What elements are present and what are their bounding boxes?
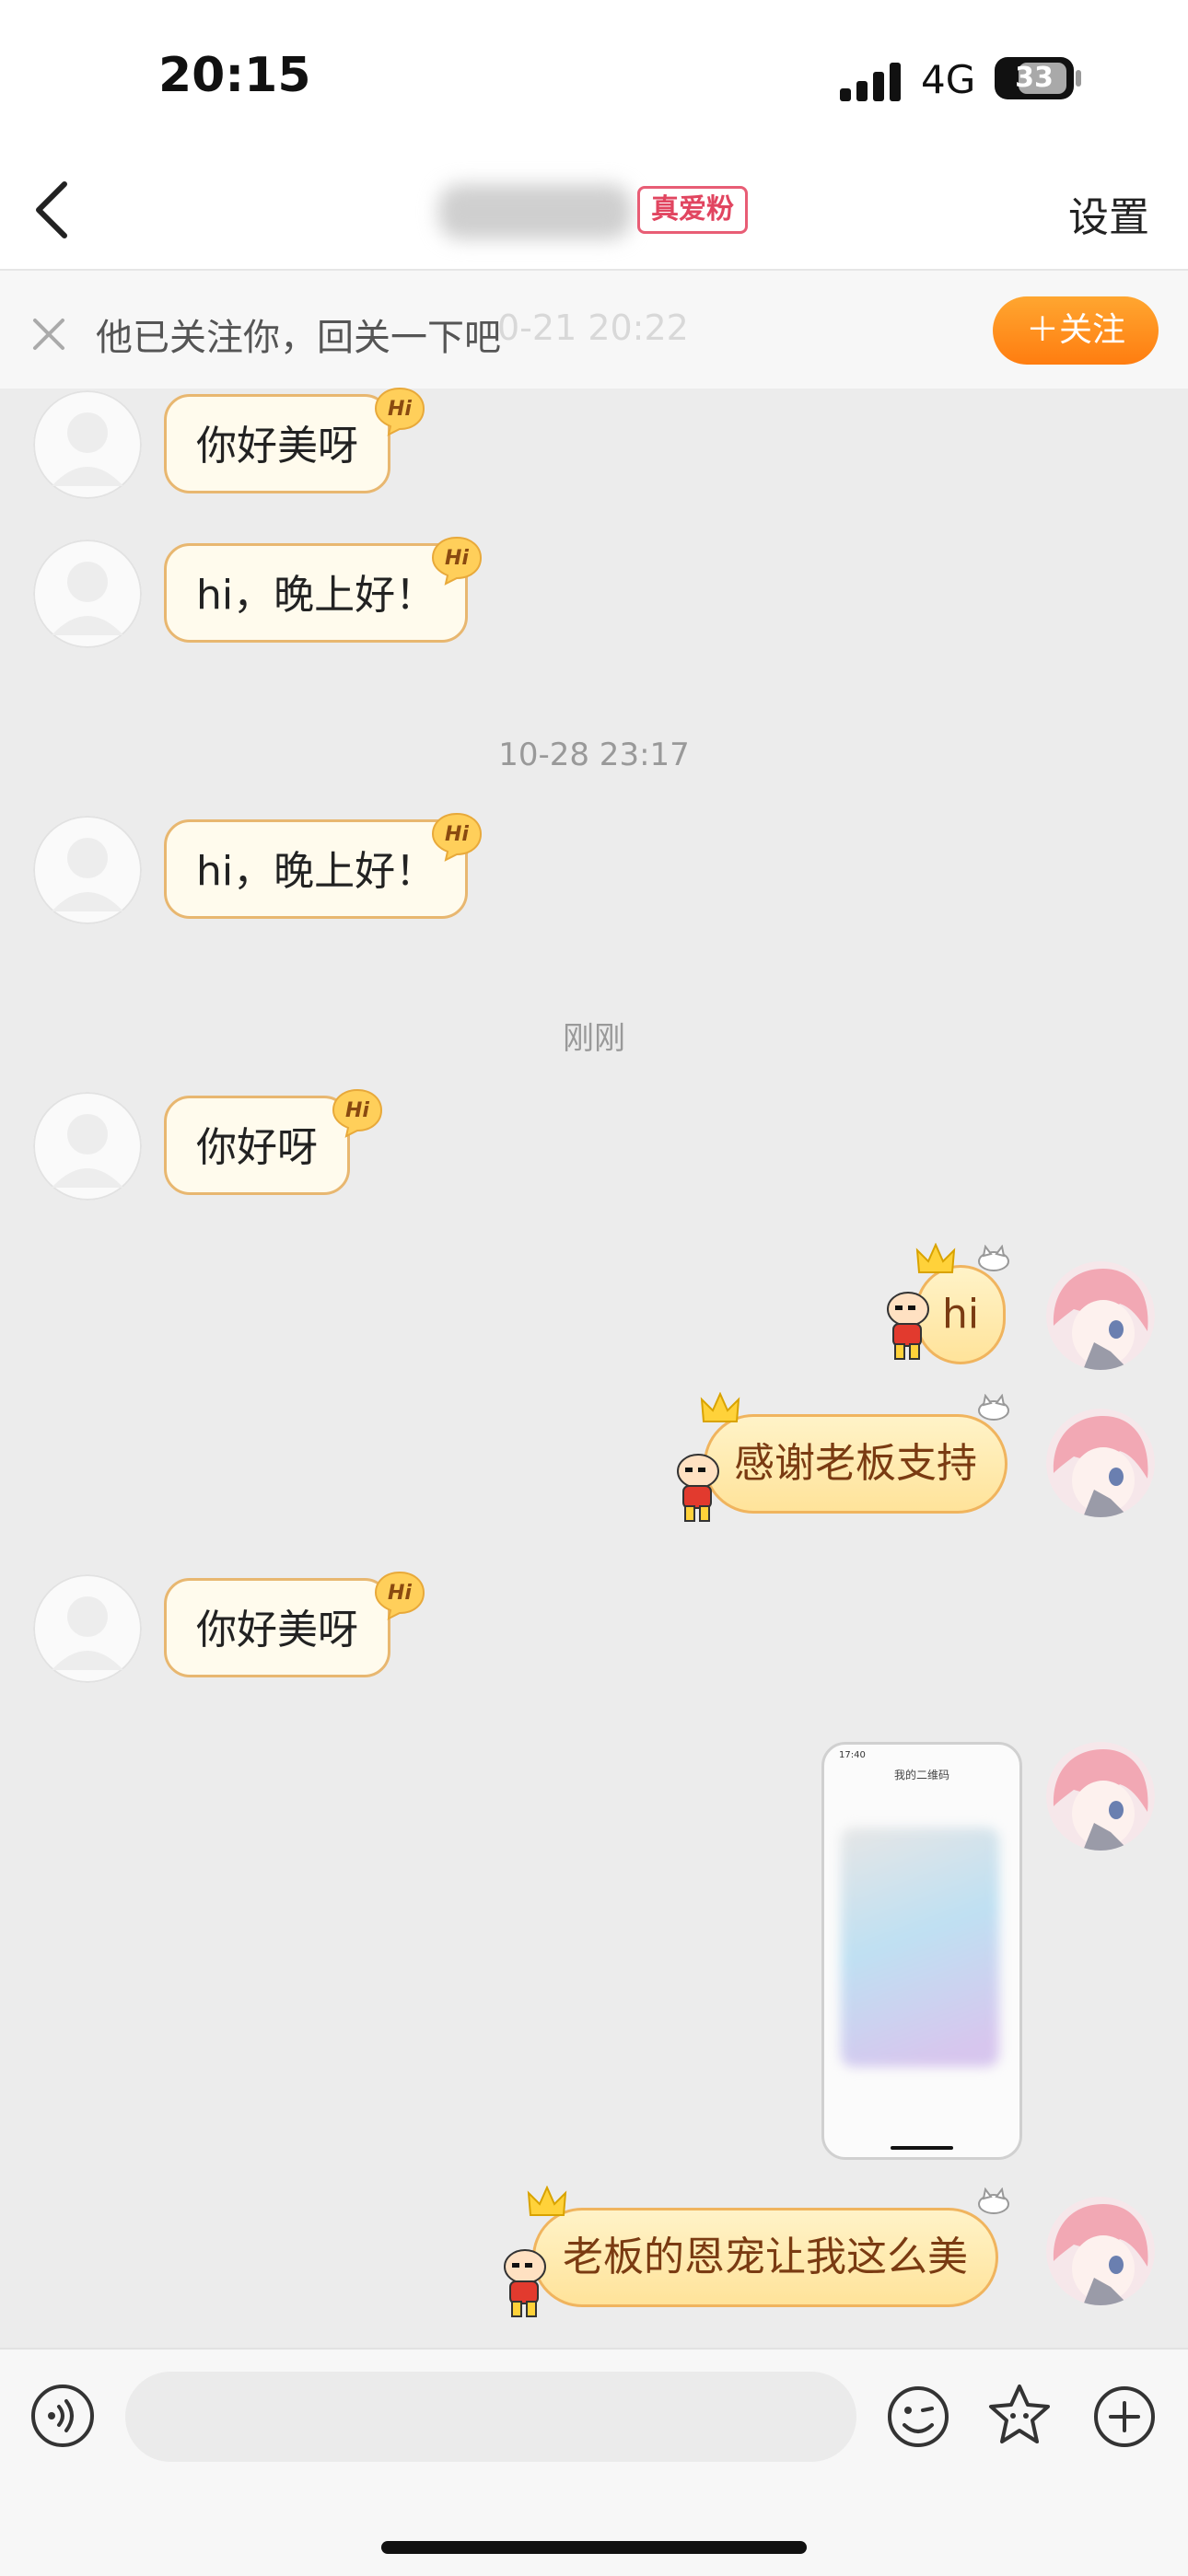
svg-text:Hi: Hi — [345, 1099, 369, 1122]
thumb-status-time: 17:40 — [839, 1750, 866, 1760]
default-avatar-icon — [33, 390, 142, 499]
emoji-icon[interactable] — [886, 2385, 950, 2449]
avatar[interactable] — [1046, 1742, 1155, 1851]
hi-badge-icon: Hi — [431, 812, 483, 862]
cat-sticker-icon — [978, 2187, 1009, 2214]
message-bubble[interactable]: 你好美呀 — [164, 394, 390, 493]
battery-level: 33 — [1015, 62, 1054, 94]
cat-sticker-icon — [978, 1245, 1009, 1271]
avatar[interactable] — [33, 1574, 142, 1683]
avatar[interactable] — [1046, 2197, 1155, 2305]
avatar[interactable] — [33, 540, 142, 648]
status-time: 20:15 — [158, 48, 311, 103]
hi-badge-icon: Hi — [431, 536, 483, 586]
anime-avatar-icon — [1046, 1409, 1155, 1517]
svg-text:Hi: Hi — [445, 547, 469, 570]
hi-badge-icon: Hi — [374, 387, 425, 436]
anime-avatar-icon — [1046, 1742, 1155, 1851]
crown-icon — [915, 1243, 956, 1273]
avatar[interactable] — [33, 816, 142, 924]
plus-icon[interactable] — [1092, 2385, 1157, 2449]
hi-badge-icon: Hi — [332, 1088, 383, 1138]
message-bubble[interactable]: hi，晚上好！ — [164, 543, 469, 643]
cat-sticker-icon — [978, 1394, 1009, 1421]
fan-badge: 真爱粉 — [637, 186, 748, 234]
back-icon[interactable] — [24, 175, 88, 245]
battery-icon: 33 — [995, 57, 1074, 99]
home-indicator — [381, 2541, 807, 2554]
message-bubble[interactable]: hi，晚上好！ — [164, 819, 469, 919]
settings-button[interactable]: 设置 — [1068, 184, 1149, 243]
thumb-home-indicator — [891, 2146, 953, 2150]
follow-prompt-text: 他已关注你，回关一下吧 — [96, 317, 501, 359]
message-input[interactable] — [125, 2372, 856, 2462]
crown-icon — [700, 1392, 740, 1422]
follow-button[interactable]: ＋关注 — [993, 296, 1159, 365]
svg-text:Hi: Hi — [388, 398, 412, 421]
sticker-icon[interactable] — [985, 2381, 1054, 2449]
close-icon[interactable] — [28, 313, 70, 355]
avatar[interactable] — [1046, 1409, 1155, 1517]
network-type: 4G — [921, 57, 976, 102]
timestamp: 10-28 23:17 — [498, 737, 690, 773]
default-avatar-icon — [33, 540, 142, 648]
mascot-sticker-icon — [504, 2249, 546, 2317]
default-avatar-icon — [33, 1574, 142, 1683]
svg-text:Hi: Hi — [445, 823, 469, 846]
battery-cap — [1076, 70, 1081, 87]
mascot-sticker-icon — [677, 1454, 719, 1522]
voice-icon[interactable] — [29, 2383, 96, 2449]
svg-text:Hi: Hi — [388, 1582, 412, 1605]
anime-avatar-icon — [1046, 1261, 1155, 1370]
anime-avatar-icon — [1046, 2197, 1155, 2305]
signal-icon — [840, 63, 901, 101]
message-bubble[interactable]: 老板的恩宠让我这么美 — [532, 2208, 998, 2307]
image-message-thumbnail[interactable]: 17:40 我的二维码 — [821, 1742, 1022, 2160]
thumb-title: 我的二维码 — [893, 1769, 949, 1781]
message-bubble[interactable]: 感谢老板支持 — [704, 1414, 1007, 1514]
crown-icon — [527, 2186, 567, 2216]
faded-timestamp: 0-21 20:22 — [497, 307, 689, 348]
hi-badge-icon: Hi — [374, 1571, 425, 1620]
contact-name-blurred — [438, 184, 632, 239]
timestamp: 刚刚 — [563, 1020, 625, 1057]
default-avatar-icon — [33, 1092, 142, 1201]
blurred-qr-card — [841, 1828, 999, 2067]
avatar[interactable] — [33, 390, 142, 499]
mascot-sticker-icon — [887, 1292, 929, 1360]
message-bubble[interactable]: 你好呀 — [164, 1096, 350, 1195]
avatar[interactable] — [1046, 1261, 1155, 1370]
default-avatar-icon — [33, 816, 142, 924]
avatar[interactable] — [33, 1092, 142, 1201]
message-bubble[interactable]: 你好美呀 — [164, 1578, 390, 1677]
